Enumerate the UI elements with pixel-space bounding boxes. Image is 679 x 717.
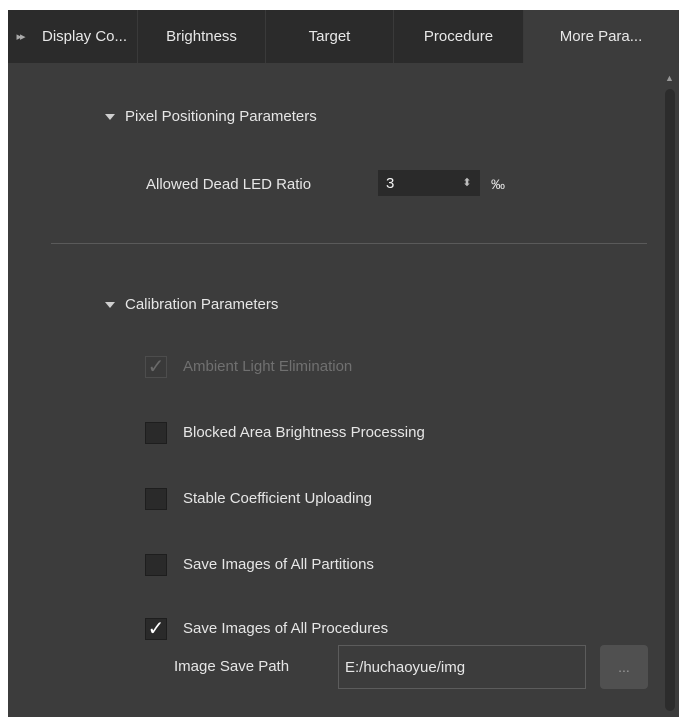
dead-led-ratio-value[interactable]: 3 — [378, 175, 460, 192]
save-images-procedures-checkbox[interactable]: ✓ — [145, 618, 167, 640]
save-images-partitions-checkbox[interactable] — [145, 554, 167, 576]
tab-procedure[interactable]: Procedure — [394, 10, 524, 63]
stable-coefficient-uploading-checkbox[interactable] — [145, 488, 167, 510]
save-images-procedures-label: Save Images of All Procedures — [183, 620, 389, 637]
tab-scroll-icon[interactable]: ▸▸ — [8, 10, 32, 63]
content-area: Pixel Positioning Parameters Allowed Dea… — [8, 63, 660, 717]
collapse-triangle-icon[interactable] — [105, 113, 115, 120]
tab-more-parameters[interactable]: More Para... — [524, 10, 679, 63]
vertical-scrollbar[interactable]: ▲ — [660, 63, 679, 717]
image-save-path-input[interactable]: E:/huchaoyue/img — [338, 645, 586, 689]
pixel-positioning-section-header[interactable]: Pixel Positioning Parameters — [105, 108, 317, 125]
per-mille-unit: ‰ — [491, 176, 505, 192]
scroll-up-icon[interactable]: ▲ — [665, 73, 674, 83]
image-save-path-label: Image Save Path — [174, 658, 290, 675]
dead-led-ratio-label: Allowed Dead LED Ratio — [146, 176, 312, 193]
tab-target[interactable]: Target — [266, 10, 394, 63]
spin-arrows-icon[interactable]: ⬍ — [460, 177, 474, 189]
calibration-section-header[interactable]: Calibration Parameters — [105, 296, 278, 313]
more-parameters-panel: ▸▸ Display Co... Brightness Target Proce… — [8, 10, 679, 717]
browse-button[interactable]: ... — [600, 645, 648, 689]
tab-bar: ▸▸ Display Co... Brightness Target Proce… — [8, 10, 679, 63]
dead-led-ratio-spinbox[interactable]: 3 ⬍ — [378, 170, 480, 196]
tab-brightness[interactable]: Brightness — [138, 10, 266, 63]
save-images-partitions-label: Save Images of All Partitions — [183, 556, 374, 573]
scrollbar-thumb[interactable] — [665, 89, 675, 711]
collapse-triangle-icon[interactable] — [105, 301, 115, 308]
section-title: Pixel Positioning Parameters — [125, 108, 317, 125]
section-divider — [51, 243, 647, 244]
stable-coefficient-uploading-label: Stable Coefficient Uploading — [183, 490, 373, 507]
tab-display-control[interactable]: Display Co... — [32, 10, 138, 63]
blocked-area-brightness-checkbox[interactable] — [145, 422, 167, 444]
ambient-light-elimination-checkbox[interactable]: ✓ — [145, 356, 167, 378]
ambient-light-elimination-label: Ambient Light Elimination — [183, 358, 353, 375]
section-title: Calibration Parameters — [125, 296, 279, 313]
blocked-area-brightness-label: Blocked Area Brightness Processing — [183, 424, 425, 441]
